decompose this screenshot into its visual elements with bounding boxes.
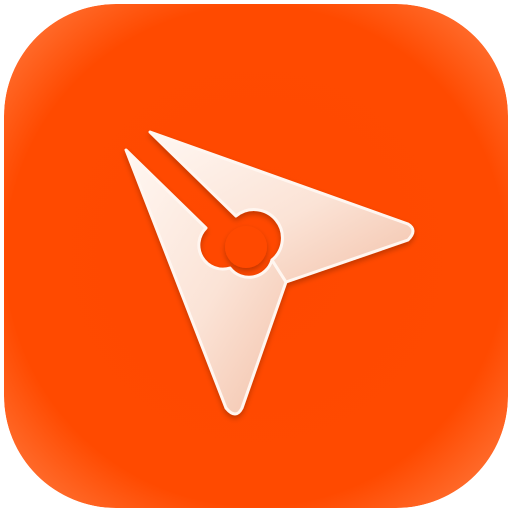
app-icon-artwork xyxy=(4,4,508,508)
canvas xyxy=(0,0,512,512)
app-icon[interactable] xyxy=(4,4,508,508)
nib-breather-hole xyxy=(225,226,267,268)
